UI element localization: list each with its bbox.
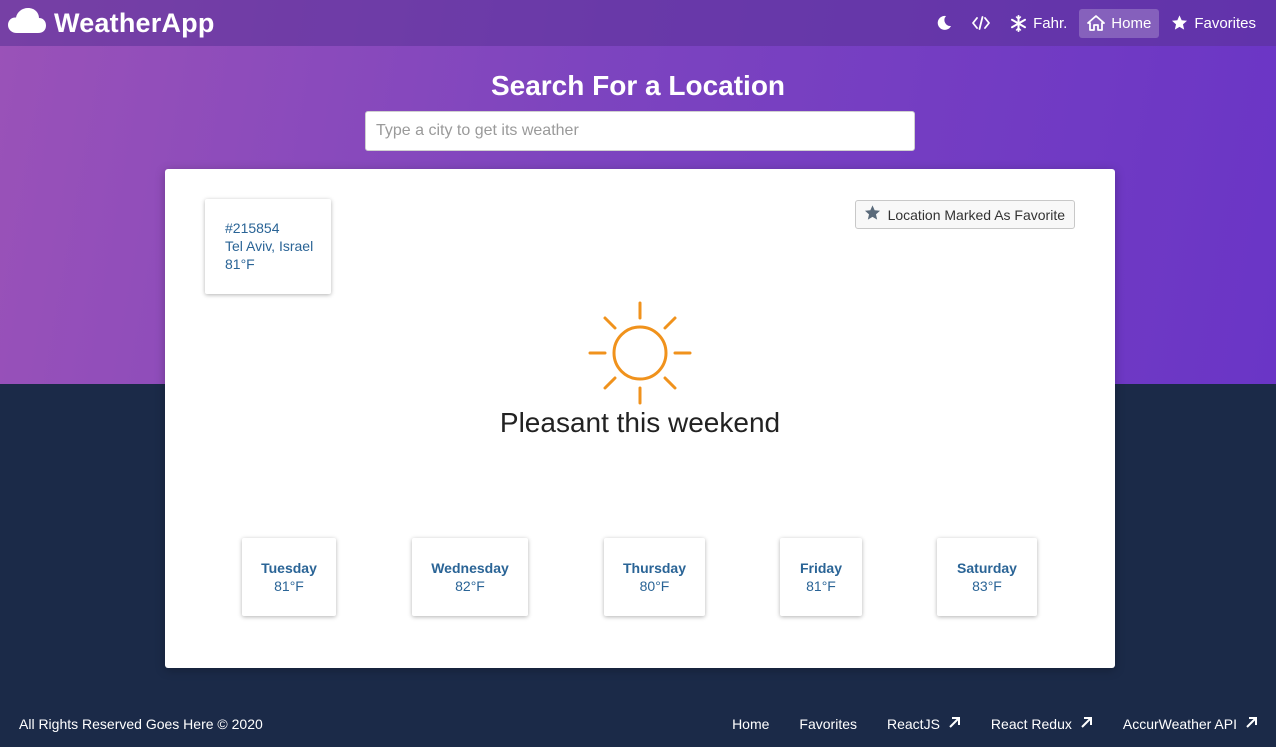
snowflake-icon — [1010, 14, 1027, 32]
code-icon — [972, 16, 991, 30]
footer-link-label: Home — [732, 716, 770, 732]
moon-icon — [936, 15, 952, 31]
footer-link-react-redux[interactable]: React Redux — [991, 716, 1093, 732]
weather-headline: Pleasant this weekend — [499, 407, 781, 438]
forecast-day-temp: 82°F — [455, 578, 485, 594]
units-label: Fahr. — [1033, 14, 1068, 32]
location-id: #215854 — [225, 220, 280, 236]
nav-home[interactable]: Home — [1079, 8, 1160, 38]
cloud-icon — [8, 7, 46, 39]
footer-links: Home Favorites ReactJS React Redux Accur… — [732, 716, 1258, 732]
forecast-day-name: Friday — [799, 560, 842, 576]
footer-link-label: ReactJS — [887, 716, 940, 732]
external-link-icon — [948, 716, 961, 732]
app-title: WeatherApp — [54, 7, 215, 38]
external-link-icon — [1245, 716, 1258, 732]
units-toggle-button[interactable]: Fahr. — [1002, 9, 1075, 38]
search-input[interactable] — [365, 111, 915, 151]
home-icon — [1087, 15, 1106, 31]
navbar: WeatherApp Fahr. Home Favorites — [0, 0, 1276, 46]
footer-link-label: AccurWeather API — [1122, 716, 1237, 732]
location-name: Tel Aviv, Israel — [225, 238, 314, 254]
weather-card: #215854 Tel Aviv, Israel 81°F Location M… — [165, 169, 1115, 668]
forecast-day-card: Thursday 80°F — [604, 538, 705, 616]
search-title: Search For a Location — [490, 70, 786, 101]
star-icon — [1171, 15, 1188, 31]
forecast-day-card: Tuesday 81°F — [242, 538, 336, 616]
forecast-day-name: Saturday — [957, 560, 1017, 576]
forecast-day-temp: 83°F — [972, 578, 1002, 594]
location-card: #215854 Tel Aviv, Israel 81°F — [205, 199, 331, 294]
footer-link-reactjs[interactable]: ReactJS — [887, 716, 961, 732]
nav-home-label: Home — [1111, 14, 1152, 32]
forecast-day-name: Thursday — [622, 560, 686, 576]
theme-toggle-button[interactable] — [928, 9, 960, 37]
footer-link-home[interactable]: Home — [732, 716, 769, 732]
sun-icon — [588, 301, 692, 410]
footer-link-favorites[interactable]: Favorites — [799, 716, 857, 732]
nav-favorites-label: Favorites — [1194, 14, 1256, 32]
brand[interactable]: WeatherApp — [8, 7, 215, 39]
location-temp: 81°F — [225, 256, 255, 272]
forecast-day-name: Wednesday — [431, 560, 509, 576]
star-icon — [864, 205, 881, 224]
nav-menu: Fahr. Home Favorites — [928, 8, 1264, 38]
footer-link-label: React Redux — [990, 716, 1072, 732]
external-link-icon — [1080, 716, 1093, 732]
source-code-button[interactable] — [964, 10, 998, 36]
copyright-text: All Rights Reserved Goes Here © 2020 — [19, 716, 263, 732]
footer-link-accuweather-api[interactable]: AccurWeather API — [1123, 716, 1258, 732]
nav-favorites[interactable]: Favorites — [1163, 9, 1264, 38]
forecast-day-temp: 81°F — [274, 578, 304, 594]
footer: All Rights Reserved Goes Here © 2020 Hom… — [0, 704, 1276, 744]
favorite-button[interactable]: Location Marked As Favorite — [854, 200, 1075, 229]
footer-link-label: Favorites — [799, 716, 857, 732]
forecast-day-temp: 80°F — [639, 578, 670, 594]
favorite-button-label: Location Marked As Favorite — [887, 206, 1065, 223]
forecast-day-card: Friday 81°F — [780, 538, 862, 616]
forecast-day-card: Saturday 83°F — [937, 538, 1037, 616]
forecast-day-card: Wednesday 82°F — [412, 538, 528, 616]
forecast-day-temp: 81°F — [806, 578, 836, 594]
forecast-day-name: Tuesday — [261, 560, 317, 576]
